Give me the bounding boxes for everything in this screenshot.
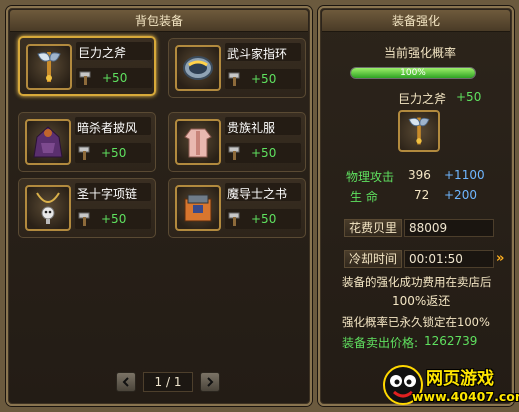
target-item-bonus: +50 [456,90,482,104]
necklace-icon [25,185,71,231]
refund-note-line1: 装备的强化成功费用在卖店后 [342,275,492,289]
equip-slot-necklace[interactable]: 圣十字项链 +50 [18,178,156,238]
watermark-url: www.40407.com [412,389,519,404]
item-name: 魔导士之书 [227,187,288,201]
item-name: 武斗家指环 [227,47,288,61]
chevron-left-icon [122,377,129,387]
enhance-panel: 装备强化 当前强化概率 100% 巨力之斧 +50 物理攻击 396 +1100… [318,6,514,406]
item-bonus: +50 [102,71,128,85]
equip-slot-robe[interactable]: 贵族礼服 +50 [168,112,306,172]
item-bonus: +50 [251,146,277,160]
equip-slot-ring[interactable]: 武斗家指环 +50 [168,38,306,98]
rate-label: 当前强化概率 [384,46,457,60]
item-bonus: +50 [101,146,127,160]
hammer-icon [77,145,93,164]
sell-price-label: 装备卖出价格: [342,336,419,350]
watermark-brand: 网页游戏 [426,369,494,389]
backpack-title: 背包装备 [10,10,308,32]
target-item-icon-box [398,110,440,152]
hammer-icon [78,70,94,89]
target-item-name: 巨力之斧 [398,92,447,106]
fast-forward-icon[interactable]: » [496,251,504,266]
book-icon [175,185,221,231]
item-name: 圣十字项链 [77,187,138,201]
item-name: 暗杀者披风 [77,121,138,135]
ring-icon [175,45,221,91]
equip-slot-cloak[interactable]: 暗杀者披风 +50 [18,112,156,172]
item-bonus: +50 [251,212,277,226]
pager: 1 / 1 [116,372,220,392]
prev-page-button[interactable] [116,372,136,392]
backpack-panel: 背包装备 巨力之斧 +50 武斗家指环 +50 暗杀者披风 +50 贵族礼服 +… [6,6,312,406]
hammer-icon [77,211,93,230]
cooldown-value: 00:01:50 [404,250,494,268]
life-bonus: +200 [444,188,477,202]
equip-slot-book[interactable]: 魔导士之书 +50 [168,178,306,238]
item-name: 贵族礼服 [227,121,276,135]
page-indicator: 1 / 1 [143,372,193,392]
axe-icon [408,117,430,145]
axe-icon [26,44,72,90]
attack-value: 396 [408,168,431,182]
item-name: 巨力之斧 [78,46,127,60]
life-label: 生 命 [350,190,378,204]
attack-bonus: +1100 [444,168,485,182]
attack-label: 物理攻击 [346,170,395,184]
chevron-right-icon [207,377,214,387]
cooldown-label: 冷却时间 [344,250,402,268]
robe-icon [175,119,221,165]
enhance-title: 装备强化 [322,10,510,32]
rate-progress-text: 100% [400,68,426,78]
hammer-icon [227,211,243,230]
item-bonus: +50 [251,72,277,86]
hammer-icon [227,145,243,164]
site-watermark: 网页游戏 www.40407.com [382,362,519,408]
cost-label: 花费贝里 [344,219,402,237]
next-page-button[interactable] [200,372,220,392]
equip-slot-axe[interactable]: 巨力之斧 +50 [18,36,156,96]
lock-note: 强化概率已永久锁定在100% [342,315,490,329]
hammer-icon [227,71,243,90]
item-bonus: +50 [101,212,127,226]
sell-price-value: 1262739 [424,334,478,348]
refund-note-line2: 100%返还 [392,294,451,308]
cost-value: 88009 [404,219,494,237]
cloak-icon [25,119,71,165]
rate-progress-bar: 100% [350,67,476,79]
life-value: 72 [414,188,430,202]
